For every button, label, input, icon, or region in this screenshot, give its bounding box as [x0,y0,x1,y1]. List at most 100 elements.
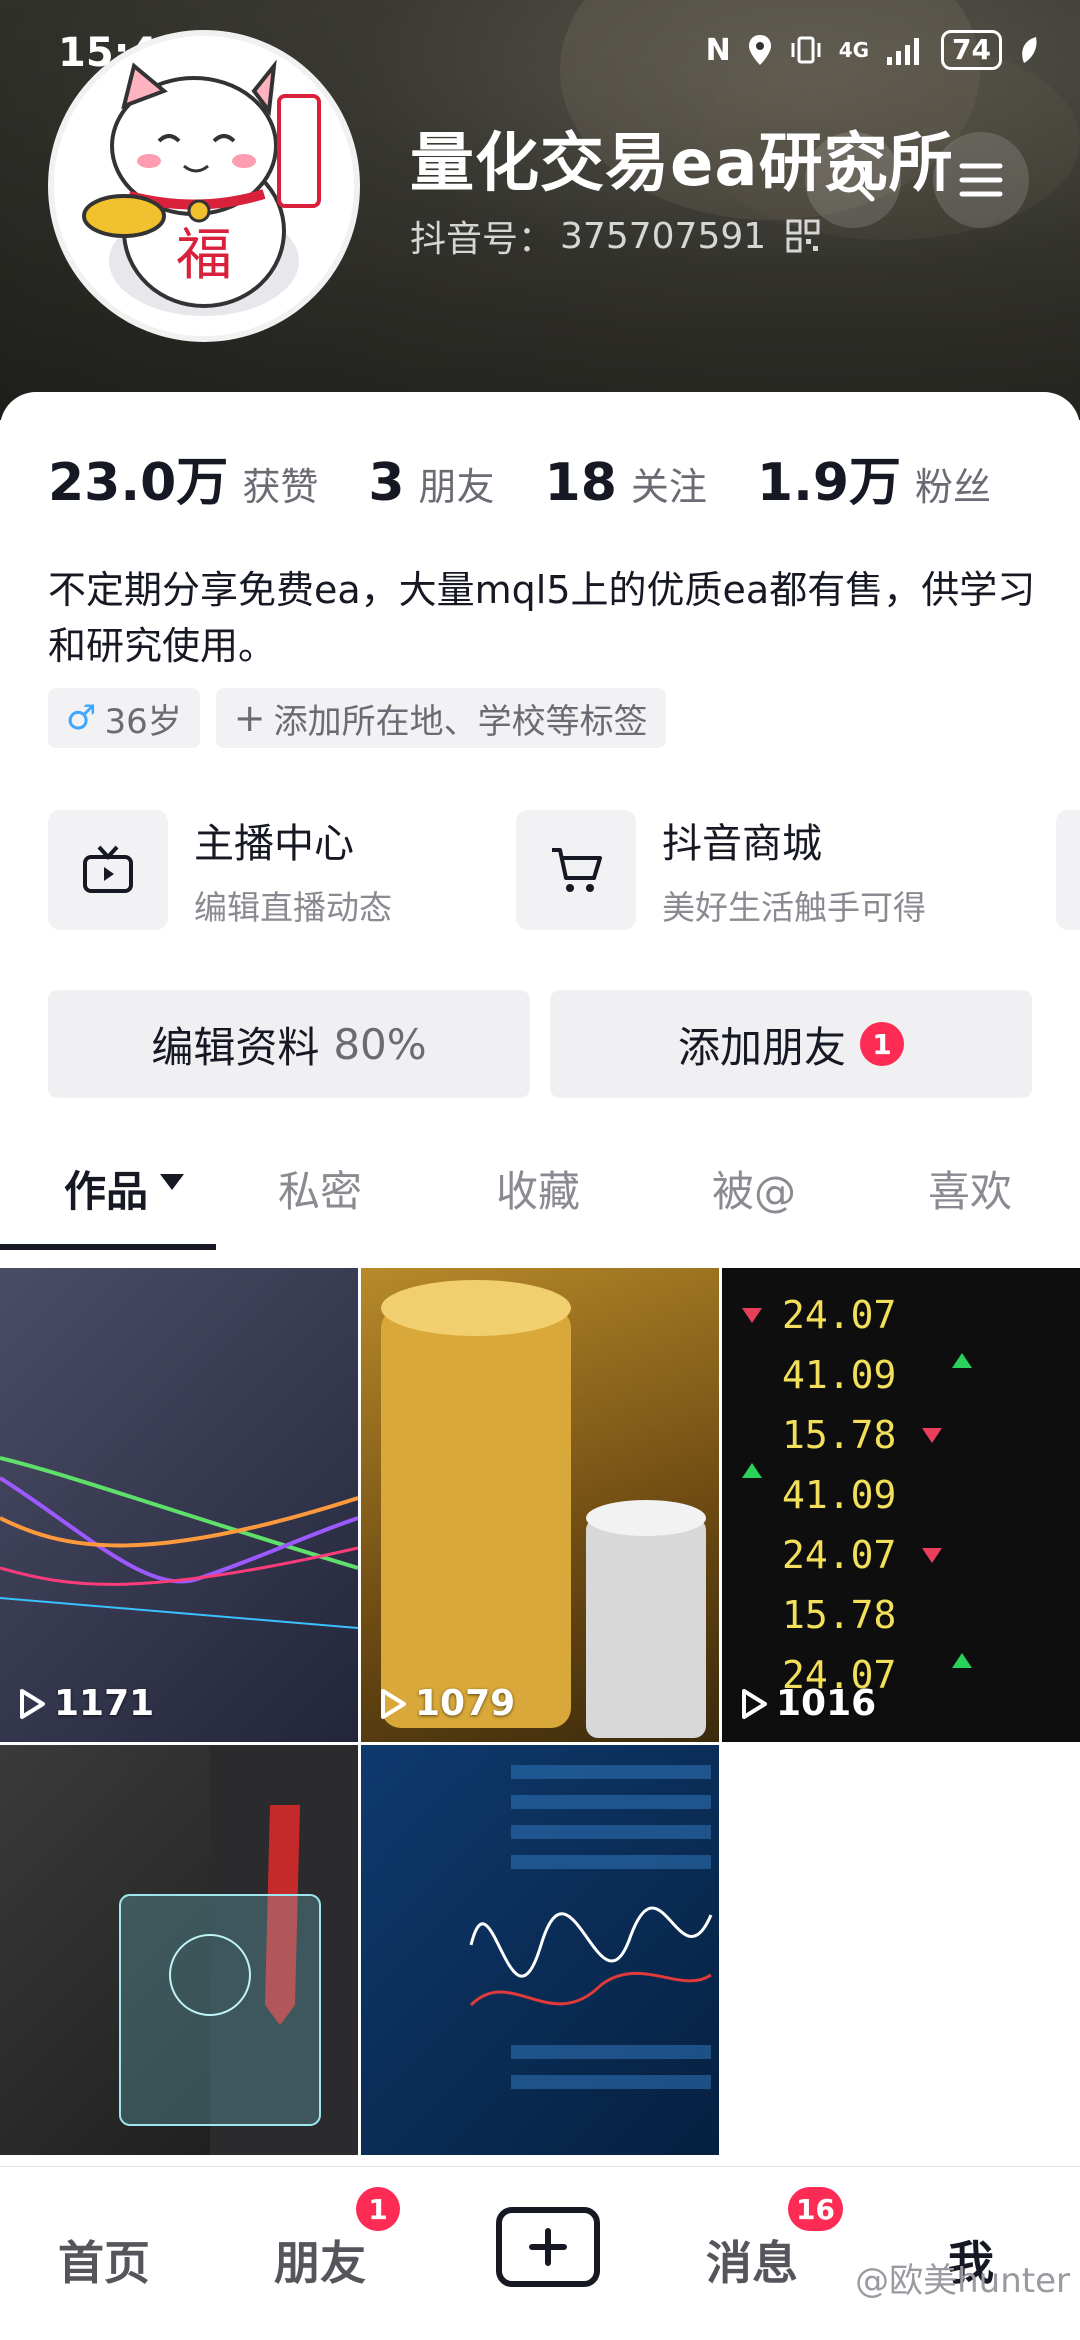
video-thumbnail[interactable]: 1079 [361,1268,719,1742]
nav-friends-label: 朋友 [274,2236,366,2290]
service-icon-box [516,810,636,930]
gold-coins-image [381,1280,706,1738]
tv-icon [83,845,133,893]
stat-number: 1.9万 [756,453,902,513]
tab-label: 喜欢 [928,1167,1013,1216]
search-icon [832,159,875,202]
video-thumbnail[interactable] [0,1745,358,2155]
battery-indicator: 74 [941,30,1002,70]
tab-mentions[interactable]: 被@ [712,1158,796,1252]
active-tab-indicator [0,1244,216,1250]
douyin-id[interactable]: 抖音号： 375707591 [410,210,820,262]
stock-ticker-image: 24.0741.0915.7841.09 24.0715.7824.07 [742,1293,972,1697]
edit-profile-button[interactable]: 编辑资料 80% [48,990,530,1098]
play-count: 1171 [18,1683,154,1724]
stat-likes[interactable]: 23.0万 获赞 [48,440,318,515]
watermark: @欧美hunter [855,2261,1070,2301]
friends-badge: 1 [356,2187,400,2231]
plus-icon [529,2228,567,2266]
play-count-text: 1016 [776,1683,877,1724]
tab-private[interactable]: 私密 [278,1158,362,1252]
stat-label: 关注 [630,465,707,509]
play-icon [381,1688,406,1719]
more-services-peek[interactable] [1056,810,1080,930]
leaf-icon [1022,37,1037,63]
caret-down-icon [160,1174,185,1190]
hamburger-menu-icon [959,163,1003,197]
nav-messages-label: 消息 [706,2236,798,2290]
play-count-text: 1079 [415,1683,516,1724]
video-thumbnail[interactable]: 1171 [0,1268,358,1742]
male-icon: ♂ [66,698,97,738]
tab-likes[interactable]: 喜欢 [928,1158,1012,1252]
service-text: 主播中心 编辑直播动态 [194,811,392,929]
stats-row: 23.0万 获赞 3 朋友 18 关注 1.9万 粉丝 [48,440,1041,515]
douyin-id-label: 抖音号： [410,219,555,260]
video-thumbnail[interactable]: 24.07 41.09 15.78 41.09 24.07 15.78 24.07 101… [722,1268,1080,1742]
nav-messages[interactable]: 消息 16 [706,2187,843,2293]
lucky-cat-icon: 福 [54,36,354,336]
add-tag-button[interactable]: + 添加所在地、学校等标签 [215,688,666,748]
create-button[interactable] [496,2207,600,2287]
service-icon-box [48,810,168,930]
service-title: 主播中心 [194,821,354,867]
service-text: 抖音商城 美好生活触手可得 [662,811,926,929]
svg-text:41.09: 41.09 [782,1353,896,1397]
svg-text:24.07: 24.07 [782,1533,896,1577]
play-count-text: 1171 [54,1683,155,1724]
play-icon [742,1688,767,1719]
edit-profile-label: 编辑资料 [151,1022,320,1072]
svg-text:15.78: 15.78 [782,1593,896,1637]
stat-friends[interactable]: 3 朋友 [368,453,494,513]
gender-age-tag[interactable]: ♂ 36岁 [48,688,200,748]
profile-card: 23.0万 获赞 3 朋友 18 关注 1.9万 粉丝 不定期分享免费ea，大量mql5… [0,392,1080,2340]
stat-followers[interactable]: 1.9万 粉丝 [757,440,991,515]
stat-number: 3 [368,453,405,513]
signal-icon [887,38,920,65]
content-tabs: 作品 私密 收藏 被@ 喜欢 [0,1158,1080,1252]
profile-completion: 80% [333,1019,427,1069]
svg-text:15.78: 15.78 [782,1413,896,1457]
profile-bio[interactable]: 不定期分享免费ea，大量mql5上的优质ea都有售，供学习和研究使用。 [48,562,1038,674]
qr-code-icon[interactable] [786,219,820,253]
avatar[interactable]: 福 [48,30,360,342]
fu-character: 福 [176,223,232,288]
add-tag-text: 添加所在地、学校等标签 [273,701,648,742]
nav-friends[interactable]: 朋友 1 [274,2187,400,2293]
bottom-nav: 首页 朋友 1 消息 16 我 @欧美hunter [0,2166,1080,2340]
tab-label: 私密 [278,1167,363,1216]
live-center-entry[interactable]: 主播中心 编辑直播动态 [48,810,392,930]
tab-label: 被@ [712,1167,797,1216]
svg-text:24.07: 24.07 [782,1293,896,1337]
profile-tags: ♂ 36岁 + 添加所在地、学校等标签 [48,688,666,748]
service-title: 抖音商城 [662,821,822,867]
service-subtitle: 编辑直播动态 [194,888,392,927]
services-row: 主播中心 编辑直播动态 抖音商城 美好生活触手可得 [48,810,1080,934]
stat-following[interactable]: 18 关注 [545,453,707,513]
douyin-id-value: 375707591 [560,215,767,257]
play-count: 1016 [740,1683,876,1724]
video-thumbnail[interactable] [361,1745,719,2155]
search-button[interactable] [805,132,901,228]
tab-favorites[interactable]: 收藏 [496,1158,580,1252]
location-icon [748,35,771,65]
menu-button[interactable] [933,132,1029,228]
status-icons: N 4G 74 [706,30,1040,70]
douyin-mall-entry[interactable]: 抖音商城 美好生活触手可得 [516,810,926,930]
add-friend-label: 添加朋友 [677,1022,846,1072]
age-text: 36岁 [104,701,182,742]
profile-header: 15:45 N 4G 74 [0,0,1080,420]
businessman-image [119,1745,358,2155]
nfc-icon: N [705,32,731,68]
stat-label: 朋友 [418,465,495,509]
add-friend-button[interactable]: 添加朋友 1 [550,990,1032,1098]
tab-works[interactable]: 作品 [64,1158,186,1252]
add-friend-badge: 1 [860,1022,904,1066]
blue-stock-screen-image [469,1765,713,2089]
messages-badge: 16 [788,2187,843,2231]
tab-label: 作品 [64,1167,149,1216]
nav-home[interactable]: 首页 [58,2227,150,2293]
stat-label: 获赞 [242,465,319,509]
trading-chart-image [0,1456,358,1629]
stat-number: 23.0万 [48,453,229,513]
